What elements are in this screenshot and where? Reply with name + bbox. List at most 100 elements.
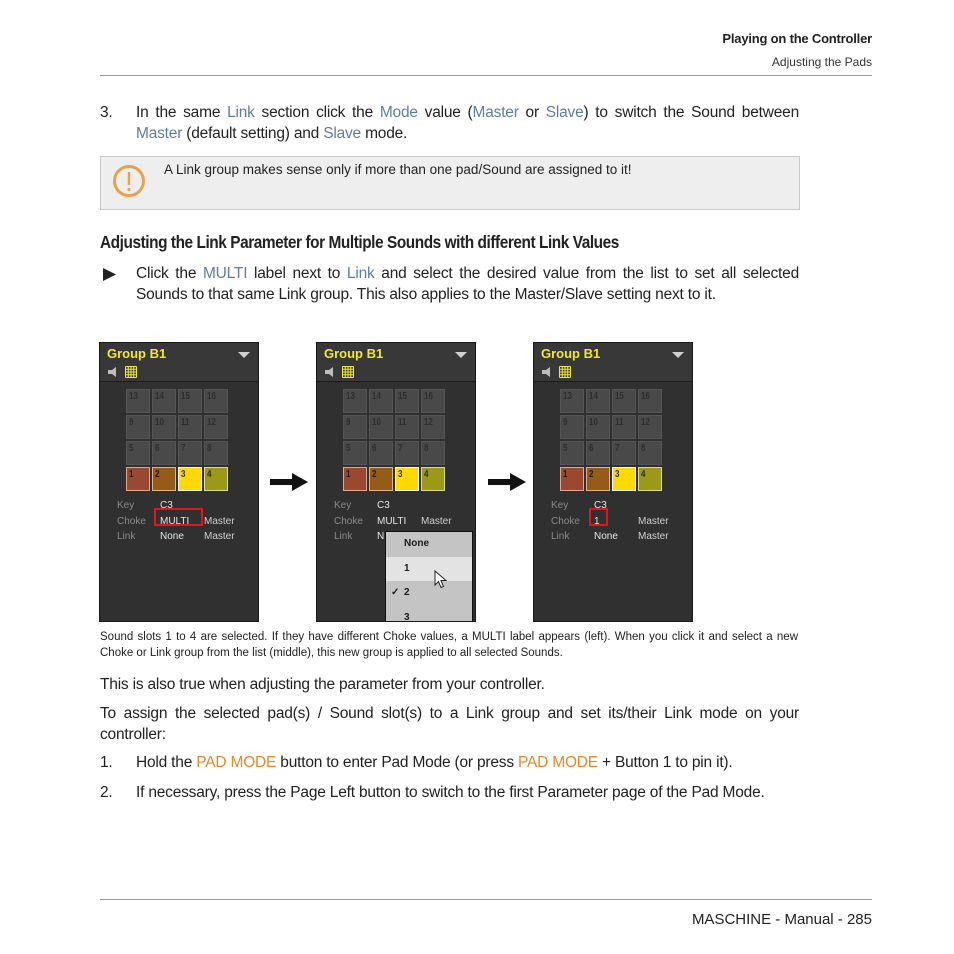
dropdown-triangle-icon[interactable] (238, 352, 250, 358)
speaker-icon[interactable] (542, 367, 552, 377)
pad-7[interactable]: 7 (395, 441, 419, 465)
param-mode[interactable]: Master (204, 529, 235, 545)
pad-1[interactable]: 1 (343, 467, 367, 491)
param-row-choke: Choke 1 Master (551, 514, 691, 530)
pad-number: 10 (589, 417, 598, 428)
pad-number: 15 (181, 391, 190, 402)
pad-3[interactable]: 3 (395, 467, 419, 491)
pad-number: 3 (181, 469, 186, 480)
speaker-icon[interactable] (108, 367, 118, 377)
param-value[interactable]: None (594, 529, 618, 545)
pad-4[interactable]: 4 (638, 467, 662, 491)
pad-15[interactable]: 15 (178, 389, 202, 413)
pad-2[interactable]: 2 (369, 467, 393, 491)
pad-10[interactable]: 10 (369, 415, 393, 439)
dropdown-triangle-icon[interactable] (455, 352, 467, 358)
param-value[interactable]: MULTI (377, 514, 406, 530)
speaker-icon[interactable] (325, 367, 335, 377)
pad-grid-icon[interactable] (559, 366, 571, 378)
pad-number: 8 (424, 443, 429, 454)
group-name[interactable]: Group B1 (324, 346, 383, 361)
param-mode[interactable]: Master (638, 514, 669, 530)
dropdown-triangle-icon[interactable] (672, 352, 684, 358)
panel-header: Group B1 (317, 343, 475, 382)
pad-16[interactable]: 16 (204, 389, 228, 413)
pad-3[interactable]: 3 (612, 467, 636, 491)
pad-12[interactable]: 12 (204, 415, 228, 439)
pad-6[interactable]: 6 (586, 441, 610, 465)
pad-10[interactable]: 10 (586, 415, 610, 439)
param-row-choke: Choke MULTI Master (334, 514, 474, 530)
param-mode[interactable]: Master (421, 514, 452, 530)
param-label: Link (117, 531, 136, 542)
figure-caption: Sound slots 1 to 4 are selected. If they… (100, 631, 798, 659)
pad-9[interactable]: 9 (560, 415, 584, 439)
pad-2[interactable]: 2 (586, 467, 610, 491)
pad-number: 9 (346, 417, 351, 428)
param-value[interactable]: C3 (377, 498, 390, 514)
pad-6[interactable]: 6 (152, 441, 176, 465)
pad-12[interactable]: 12 (421, 415, 445, 439)
pad-8[interactable]: 8 (638, 441, 662, 465)
pad-5[interactable]: 5 (560, 441, 584, 465)
right-arrow-icon (488, 473, 526, 491)
pad-9[interactable]: 9 (343, 415, 367, 439)
pad-6[interactable]: 6 (369, 441, 393, 465)
pad-2[interactable]: 2 (152, 467, 176, 491)
group-name[interactable]: Group B1 (541, 346, 600, 361)
highlight-box (589, 508, 608, 526)
param-mode[interactable]: Master (638, 529, 669, 545)
pad-1[interactable]: 1 (126, 467, 150, 491)
ui-term: Link (346, 265, 375, 282)
dropdown-option[interactable]: ✓ 2 (386, 581, 472, 606)
header-divider (100, 75, 872, 76)
pad-7[interactable]: 7 (178, 441, 202, 465)
pad-13[interactable]: 13 (560, 389, 584, 413)
pad-14[interactable]: 14 (369, 389, 393, 413)
pad-grid-icon[interactable] (342, 366, 354, 378)
pad-16[interactable]: 16 (421, 389, 445, 413)
pad-9[interactable]: 9 (126, 415, 150, 439)
pad-11[interactable]: 11 (612, 415, 636, 439)
pad-5[interactable]: 5 (126, 441, 150, 465)
pad-number: 5 (346, 443, 351, 454)
param-label: Choke (334, 515, 363, 527)
pad-14[interactable]: 14 (586, 389, 610, 413)
param-value[interactable]: N (377, 529, 384, 545)
pad-14[interactable]: 14 (152, 389, 176, 413)
pad-15[interactable]: 15 (395, 389, 419, 413)
pad-13[interactable]: 13 (126, 389, 150, 413)
pad-8[interactable]: 8 (421, 441, 445, 465)
pad-12[interactable]: 12 (638, 415, 662, 439)
pad-13[interactable]: 13 (343, 389, 367, 413)
pad-11[interactable]: 11 (395, 415, 419, 439)
pad-10[interactable]: 10 (152, 415, 176, 439)
pad-4[interactable]: 4 (204, 467, 228, 491)
pad-5[interactable]: 5 (343, 441, 367, 465)
pad-1[interactable]: 1 (560, 467, 584, 491)
pad-number: 9 (129, 417, 134, 428)
pad-16[interactable]: 16 (638, 389, 662, 413)
note-box: A Link group makes sense only if more th… (100, 156, 800, 210)
dropdown-option[interactable]: None (386, 532, 472, 557)
group-name[interactable]: Group B1 (107, 346, 166, 361)
pad-7[interactable]: 7 (612, 441, 636, 465)
pad-number: 7 (398, 443, 403, 454)
group-panel-left: Group B1 13 14 15 16 9 10 11 12 5 6 7 8 1 2 3 4 Key C3 Chok… (99, 342, 259, 622)
pad-number: 9 (563, 417, 568, 428)
pad-number: 11 (181, 417, 190, 428)
group-panel-middle: Group B1 13 14 15 16 9 10 11 12 5 6 7 8 1 2 3 4 Key C3 Chok… (316, 342, 476, 622)
param-mode[interactable]: Master (204, 514, 235, 530)
pad-4[interactable]: 4 (421, 467, 445, 491)
pad-number: 14 (372, 391, 381, 402)
dropdown-option[interactable]: 3 (386, 606, 472, 622)
dropdown-option[interactable]: 1 (386, 556, 472, 581)
pad-11[interactable]: 11 (178, 415, 202, 439)
pad-8[interactable]: 8 (204, 441, 228, 465)
triangle-bullet-icon (103, 268, 116, 281)
pad-3[interactable]: 3 (178, 467, 202, 491)
param-value[interactable]: None (160, 529, 184, 545)
pad-grid-icon[interactable] (125, 366, 137, 378)
pad-number: 12 (207, 417, 216, 428)
pad-15[interactable]: 15 (612, 389, 636, 413)
